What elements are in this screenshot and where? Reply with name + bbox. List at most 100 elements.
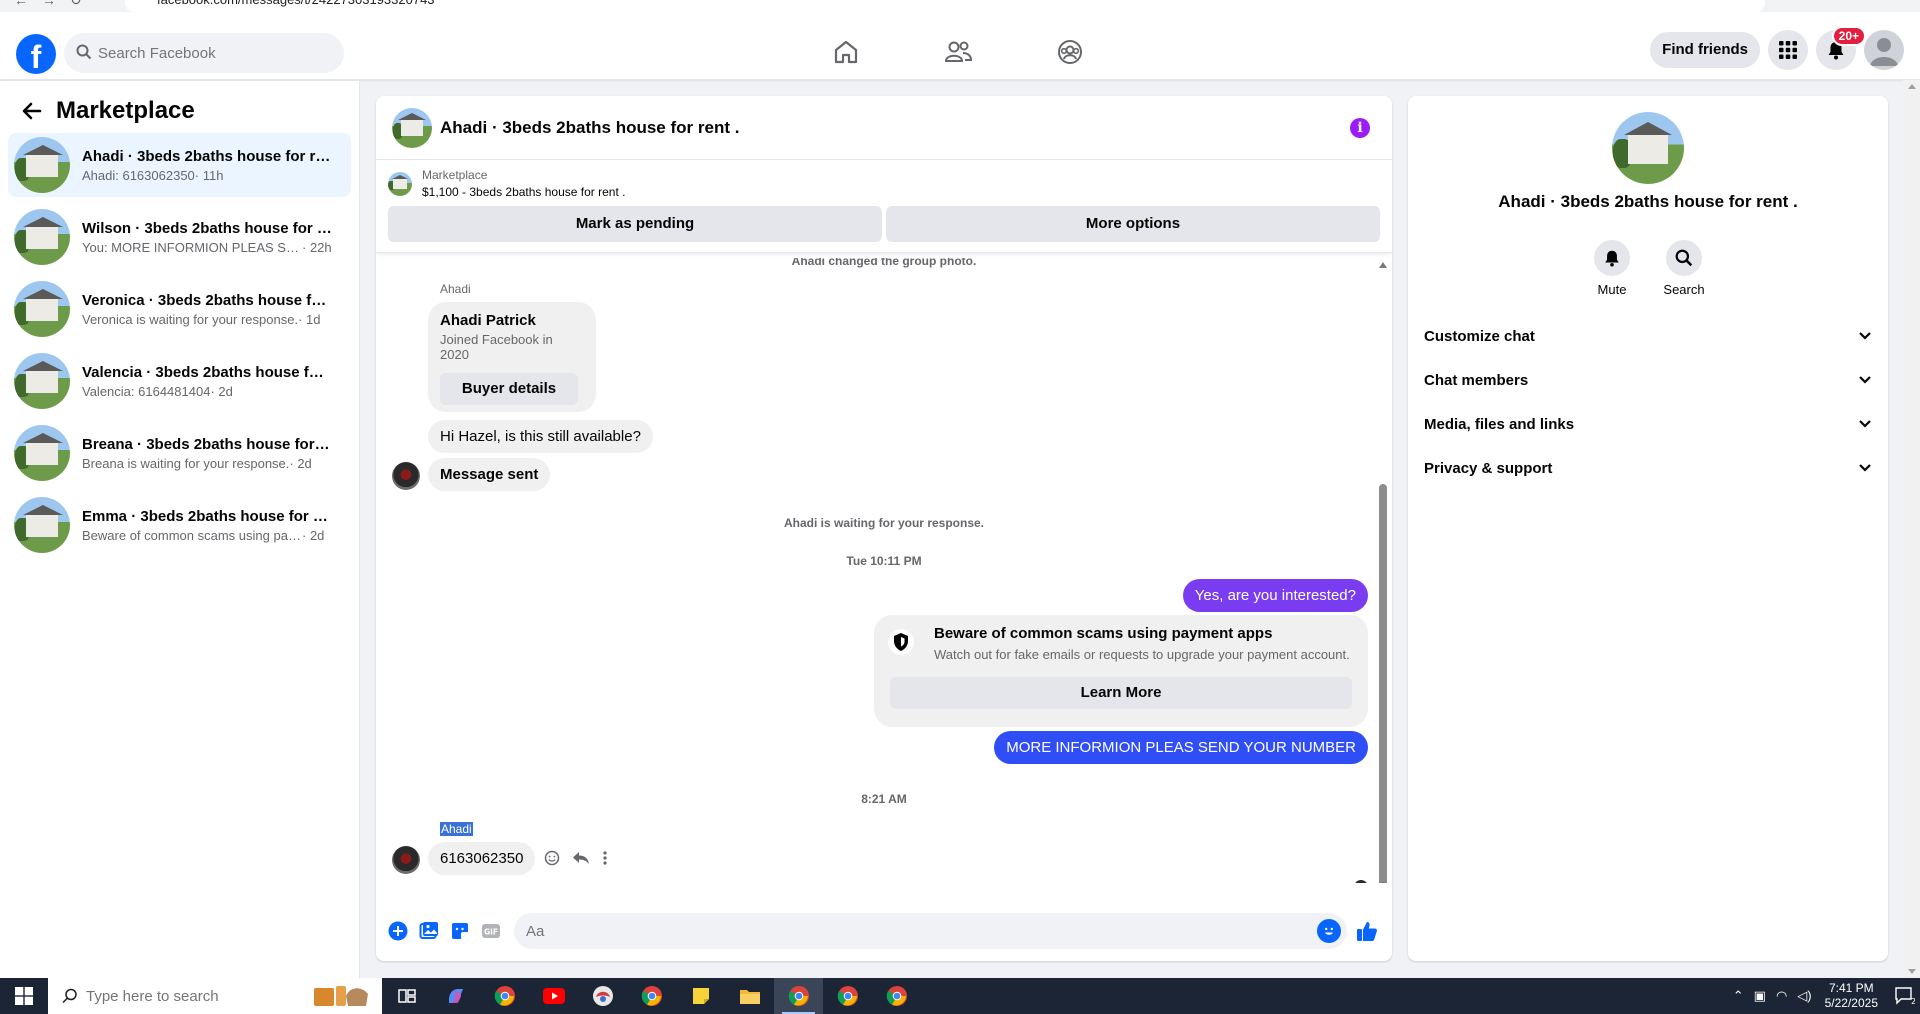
- chat-title[interactable]: Ahadi · 3beds 2baths house for rent .: [440, 118, 739, 138]
- svg-text:GIF: GIF: [484, 928, 498, 937]
- search-icon: [76, 44, 92, 65]
- notifications-button[interactable]: 20+: [1816, 26, 1866, 70]
- chrome-window-3-icon[interactable]: [872, 978, 921, 1014]
- photo-icon[interactable]: [415, 917, 443, 945]
- chrome-icon[interactable]: [480, 978, 529, 1014]
- chevron-down-icon: [1859, 376, 1871, 384]
- facebook-topbar: f Find friends 20+: [0, 12, 1920, 80]
- center-nav: [790, 24, 1126, 80]
- file-explorer-icon[interactable]: [725, 978, 774, 1014]
- section-label: Privacy & support: [1424, 459, 1553, 477]
- sidebar-title: Marketplace: [56, 97, 195, 124]
- facebook-search[interactable]: [64, 33, 344, 73]
- section-chat-members[interactable]: Chat members: [1416, 358, 1880, 402]
- message-actions: [544, 850, 608, 866]
- topbar-right: Find friends 20+: [1650, 26, 1904, 70]
- taskbar-clock[interactable]: 7:41 PM 5/22/2025: [1825, 981, 1878, 1011]
- taskbar-search-input[interactable]: [86, 987, 236, 1005]
- chat-listing-avatar[interactable]: [392, 107, 432, 148]
- outgoing-message[interactable]: MORE INFORMION PLEAS SEND YOUR NUMBER: [994, 731, 1368, 764]
- conversation-snippet: Valencia: 6164481404: [82, 383, 211, 399]
- like-thumb-icon[interactable]: [1353, 917, 1381, 945]
- conversation-item-ahadi[interactable]: Ahadi · 3beds 2baths house for re... Aha…: [8, 133, 351, 197]
- scam-warning-body: Watch out for fake emails or requests to…: [934, 647, 1350, 662]
- learn-more-button[interactable]: Learn More: [890, 677, 1352, 709]
- marketplace-listing-info[interactable]: Marketplace $1,100 - 3beds 2baths house …: [388, 168, 1380, 199]
- search-icon: [62, 988, 78, 1009]
- info-icon[interactable]: i: [1350, 118, 1370, 138]
- user-avatar-icon: [1870, 38, 1898, 66]
- incoming-message[interactable]: Hi Hazel, is this still available?: [428, 420, 653, 453]
- mute-button[interactable]: Mute: [1593, 240, 1631, 297]
- chrome-window-2-icon[interactable]: [823, 978, 872, 1014]
- thread-scrollbar[interactable]: [1378, 262, 1388, 883]
- clock-time: 7:41 PM: [1828, 981, 1874, 995]
- facebook-search-input[interactable]: [98, 33, 334, 73]
- page-scrollbar[interactable]: [1903, 80, 1920, 978]
- sidebar-header: Marketplace: [0, 81, 359, 133]
- copilot-icon[interactable]: [431, 978, 480, 1014]
- chatgpt-icon[interactable]: [578, 978, 627, 1014]
- taskbar-apps: [382, 978, 921, 1014]
- chevron-up-icon[interactable]: ⌃: [1733, 988, 1744, 1004]
- sticker-icon[interactable]: [446, 917, 474, 945]
- seen-indicator-avatar: [1354, 880, 1368, 883]
- message-sent-notice: Message sent: [428, 458, 551, 491]
- conversation-item-wilson[interactable]: Wilson · 3beds 2baths house for re... Yo…: [8, 205, 351, 269]
- section-customize-chat[interactable]: Customize chat: [1416, 314, 1880, 358]
- conversation-time: · 2d: [302, 527, 325, 543]
- sender-avatar[interactable]: [392, 846, 420, 874]
- sender-avatar[interactable]: [392, 462, 420, 490]
- address-bar[interactable]: facebook.com/messages/t/2422730319332074…: [125, 0, 1765, 12]
- youtube-icon[interactable]: [529, 978, 578, 1014]
- reply-icon[interactable]: [572, 850, 590, 866]
- shield-icon: [888, 629, 914, 655]
- section-label: Media, files and links: [1424, 415, 1575, 433]
- buyer-details-button[interactable]: Buyer details: [440, 373, 578, 405]
- back-arrow-icon[interactable]: [20, 99, 44, 123]
- conversation-item-breana[interactable]: Breana · 3beds 2baths house for re... Br…: [8, 421, 351, 485]
- account-avatar[interactable]: [1864, 30, 1904, 70]
- chrome-profile-icon[interactable]: [627, 978, 676, 1014]
- nav-groups[interactable]: [1014, 24, 1126, 80]
- react-emoji-icon[interactable]: [544, 850, 560, 866]
- nav-friends[interactable]: [902, 24, 1014, 80]
- nav-home[interactable]: [790, 24, 902, 80]
- outgoing-message[interactable]: Yes, are you interested?: [1182, 579, 1368, 612]
- volume-icon[interactable]: ◁): [1797, 988, 1811, 1004]
- chrome-active-window-icon[interactable]: [774, 978, 823, 1014]
- mark-as-pending-button[interactable]: Mark as pending: [388, 206, 882, 242]
- incoming-message[interactable]: 6163062350: [428, 842, 536, 875]
- conversation-item-emma[interactable]: Emma · 3beds 2baths house for re... Bewa…: [8, 493, 351, 557]
- facebook-logo-icon[interactable]: f: [16, 34, 56, 75]
- more-dots-icon[interactable]: [602, 850, 608, 866]
- conversation-snippet: Veronica is waiting for your response.: [82, 311, 299, 327]
- task-view-icon[interactable]: [382, 978, 431, 1014]
- section-privacy-support[interactable]: Privacy & support: [1416, 446, 1880, 490]
- meet-now-icon[interactable]: ▣: [1754, 988, 1766, 1004]
- section-media-files-links[interactable]: Media, files and links: [1416, 402, 1880, 446]
- conversation-item-valencia[interactable]: Valencia · 3beds 2baths house for ... Va…: [8, 349, 351, 413]
- notification-center-icon[interactable]: 2: [1890, 978, 1920, 1014]
- more-options-button[interactable]: More options: [886, 206, 1380, 242]
- sticky-notes-icon[interactable]: [676, 978, 725, 1014]
- windows-start-icon[interactable]: [0, 978, 48, 1014]
- search-chat-button[interactable]: Search: [1663, 240, 1705, 297]
- browser-nav-icons[interactable]: ←→↻: [14, 0, 96, 9]
- chevron-down-icon: [1859, 464, 1871, 472]
- taskbar-search[interactable]: [48, 978, 382, 1014]
- search-icon: [1675, 249, 1693, 267]
- message-input-wrapper: [514, 913, 1347, 949]
- menu-button[interactable]: [1768, 30, 1808, 70]
- listing-thumbnail: [14, 425, 70, 481]
- chevron-down-icon: [1859, 420, 1871, 428]
- conversation-item-veronica[interactable]: Veronica · 3beds 2baths house for ... Ve…: [8, 277, 351, 341]
- emoji-icon[interactable]: [1317, 919, 1341, 943]
- find-friends-button[interactable]: Find friends: [1650, 32, 1760, 68]
- message-input[interactable]: [526, 913, 1306, 949]
- wifi-icon[interactable]: ◠: [1776, 988, 1787, 1004]
- add-icon[interactable]: [384, 917, 412, 945]
- gif-icon[interactable]: GIF: [477, 917, 505, 945]
- profile-card: Ahadi Patrick Joined Facebook in 2020 Bu…: [428, 302, 596, 412]
- scrollbar-thumb[interactable]: [1379, 484, 1387, 883]
